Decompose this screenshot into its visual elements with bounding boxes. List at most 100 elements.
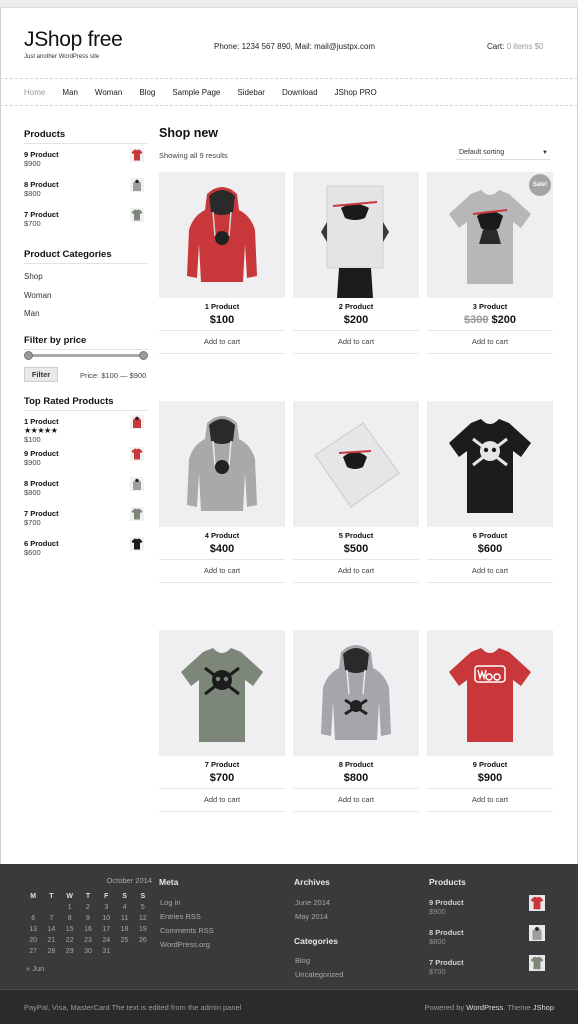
nav-item-blog[interactable]: Blog: [139, 88, 155, 97]
grey-hoodie-image[interactable]: [159, 401, 285, 527]
red-tshirt-thumbnail[interactable]: [529, 895, 545, 911]
add-to-cart-button[interactable]: Add to cart: [427, 330, 553, 354]
top-rated-item[interactable]: 6 Product $600: [24, 537, 144, 557]
top-rated-price: $800: [24, 488, 41, 497]
grey-hoodie-thumbnail[interactable]: [130, 178, 144, 192]
category-link-man[interactable]: Man: [24, 309, 40, 318]
product-price: $500: [343, 543, 369, 555]
price-slider-max-handle[interactable]: [139, 351, 148, 360]
top-rated-name[interactable]: 7 Product: [24, 509, 144, 518]
meta-link-entries-rss[interactable]: Entries RSS: [160, 912, 201, 921]
footer-product-item[interactable]: 7 Product $700: [429, 955, 549, 976]
calendar-day-header: W: [66, 892, 73, 900]
add-to-cart-button[interactable]: Add to cart: [427, 559, 553, 583]
top-rated-item[interactable]: 9 Product $900: [24, 447, 144, 467]
nav-item-sidebar[interactable]: Sidebar: [237, 88, 265, 97]
nav-item-home[interactable]: Home: [24, 88, 45, 97]
sidebar-product-item[interactable]: 8 Product $800: [24, 178, 144, 198]
footer-product-item[interactable]: 9 Product $900: [429, 895, 549, 916]
sidebar-product-name[interactable]: 8 Product: [24, 180, 144, 189]
price-slider-min-handle[interactable]: [24, 351, 33, 360]
archive-link[interactable]: June 2014: [295, 898, 330, 907]
product-name[interactable]: 4 Product: [159, 531, 285, 540]
poster-person-image[interactable]: [293, 172, 419, 298]
product-name[interactable]: 9 Product: [427, 760, 553, 769]
green-tshirt-thumbnail[interactable]: [130, 208, 144, 222]
sidebar-product-name[interactable]: 9 Product: [24, 150, 144, 159]
jshop-theme-link[interactable]: JShop: [533, 1003, 554, 1012]
product-name[interactable]: 5 Product: [293, 531, 419, 540]
add-to-cart-button[interactable]: Add to cart: [293, 788, 419, 812]
add-to-cart-button[interactable]: Add to cart: [293, 559, 419, 583]
black-tshirt-thumbnail[interactable]: [130, 537, 144, 551]
calendar-day-header: S: [122, 892, 127, 900]
calendar-day: 21: [47, 937, 56, 944]
footer-category-link[interactable]: Uncategorized: [295, 970, 343, 979]
calendar-prev-link[interactable]: « Jun: [26, 964, 44, 973]
poster-flat-image[interactable]: [293, 401, 419, 527]
nav-item-sample-page[interactable]: Sample Page: [172, 88, 220, 97]
nav-item-woman[interactable]: Woman: [95, 88, 122, 97]
top-rated-name[interactable]: 6 Product: [24, 539, 144, 548]
top-rated-item[interactable]: 7 Product $700: [24, 507, 144, 527]
red-tshirt-thumbnail[interactable]: [130, 148, 144, 162]
footer-product-item[interactable]: 8 Product $800: [429, 925, 549, 946]
nav-item-jshop-pro[interactable]: JShop PRO: [335, 88, 377, 97]
add-to-cart-button[interactable]: Add to cart: [293, 330, 419, 354]
sidebar-product-name[interactable]: 7 Product: [24, 210, 144, 219]
red-tshirt-thumbnail[interactable]: [130, 447, 144, 461]
sidebar-product-item[interactable]: 9 Product $900: [24, 148, 144, 168]
green-tshirt-thumbnail[interactable]: [529, 955, 545, 971]
top-rated-name[interactable]: 8 Product: [24, 479, 144, 488]
top-rated-item[interactable]: 8 Product $800: [24, 477, 144, 497]
product-name[interactable]: 2 Product: [293, 302, 419, 311]
meta-link-wordpress[interactable]: WordPress.org: [160, 940, 210, 949]
site-title[interactable]: JShop free: [24, 28, 123, 52]
red-woo-tshirt-image[interactable]: [427, 630, 553, 756]
calendar-day: 25: [120, 937, 129, 944]
meta-link-comments-rss[interactable]: Comments RSS: [160, 926, 214, 935]
filter-button[interactable]: Filter: [24, 367, 58, 382]
product-name[interactable]: 3 Product: [427, 302, 553, 311]
red-hoodie-thumbnail[interactable]: [130, 415, 144, 429]
product-price: $200: [343, 314, 369, 326]
grey-hoodie-thumbnail[interactable]: [529, 925, 545, 941]
grey-hoodie-thumbnail[interactable]: [130, 477, 144, 491]
nav-item-man[interactable]: Man: [62, 88, 78, 97]
product-name[interactable]: 6 Product: [427, 531, 553, 540]
green-tshirt-thumbnail[interactable]: [130, 507, 144, 521]
meta-link-login[interactable]: Log in: [160, 898, 180, 907]
black-tshirt-image[interactable]: [427, 401, 553, 527]
cart-label: Cart:: [487, 42, 505, 51]
green-tshirt-image[interactable]: [159, 630, 285, 756]
grey-tshirt-image[interactable]: Sale!: [427, 172, 553, 298]
red-hoodie-image[interactable]: [159, 172, 285, 298]
sorting-select[interactable]: Default sorting ▼: [456, 147, 551, 160]
top-rated-name[interactable]: 1 Product: [24, 417, 144, 426]
price-range-slider[interactable]: [24, 351, 148, 360]
product-price: $300 $200: [427, 314, 553, 326]
archive-link[interactable]: May 2014: [295, 912, 328, 921]
product-name[interactable]: 8 Product: [293, 760, 419, 769]
top-rated-name[interactable]: 9 Product: [24, 449, 144, 458]
footer-category-link[interactable]: Blog: [295, 956, 310, 965]
calendar-day: 17: [102, 926, 111, 933]
category-link-woman[interactable]: Woman: [24, 291, 51, 300]
footer-products-heading: Products: [429, 877, 466, 887]
add-to-cart-button[interactable]: Add to cart: [159, 788, 285, 812]
category-link-shop[interactable]: Shop: [24, 272, 43, 281]
sidebar-product-item[interactable]: 7 Product $700: [24, 208, 144, 228]
calendar-day: 16: [84, 926, 92, 933]
add-to-cart-button[interactable]: Add to cart: [159, 330, 285, 354]
top-rated-item[interactable]: 1 Product ★★★★★ $100: [24, 415, 144, 444]
calendar-day: 13: [29, 926, 38, 933]
cart-status[interactable]: 0 items $0: [507, 42, 544, 51]
product-name[interactable]: 1 Product: [159, 302, 285, 311]
product-name[interactable]: 7 Product: [159, 760, 285, 769]
add-to-cart-button[interactable]: Add to cart: [159, 559, 285, 583]
nav-item-download[interactable]: Download: [282, 88, 318, 97]
wordpress-link[interactable]: WordPress: [466, 1003, 503, 1012]
grey-hoodie-image[interactable]: [293, 630, 419, 756]
header-cart[interactable]: Cart: 0 items $0: [487, 42, 543, 51]
add-to-cart-button[interactable]: Add to cart: [427, 788, 553, 812]
